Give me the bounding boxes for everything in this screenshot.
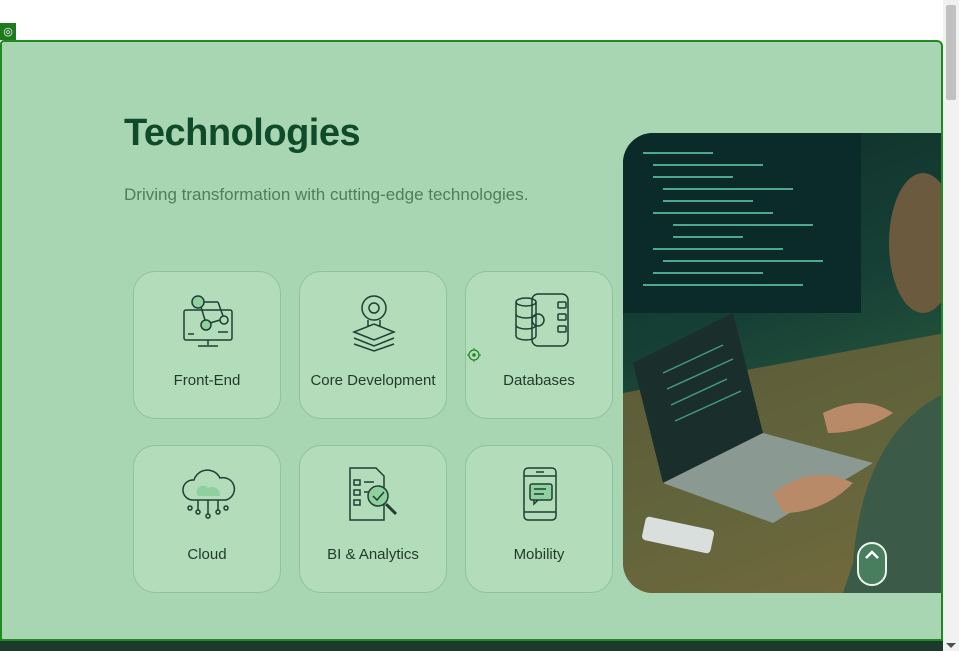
section-subtitle: Driving transformation with cutting-edge… [124,185,529,204]
developer-coding-photo [623,133,941,593]
card-cloud[interactable]: Cloud [133,445,281,593]
page-scrollbar[interactable] [943,0,959,651]
card-label: Cloud [187,546,227,563]
crosshair-icon [467,348,481,362]
section-title: Technologies [124,112,361,154]
report-magnifier-icon [349,467,398,521]
scrollbar-thumb[interactable] [946,5,956,100]
lightbulb-gear-icon [351,295,397,352]
card-front-end[interactable]: Front-End [133,271,281,419]
chevron-up-icon [865,550,879,559]
card-mobility[interactable]: Mobility [465,445,613,593]
target-icon-badge[interactable]: ◎ [0,23,16,40]
scroll-down-arrow-icon[interactable] [946,643,956,648]
database-gear-icon [515,293,569,347]
card-label: Front-End [173,372,241,389]
card-core-development[interactable]: Core Development [299,271,447,419]
cloud-network-icon [182,469,236,519]
scroll-to-top-button[interactable] [857,542,887,586]
mobile-chat-icon [523,467,557,521]
card-databases[interactable]: Databases [465,271,613,419]
card-label: Databases [503,372,575,389]
technologies-section: Technologies Driving transformation with… [0,40,943,641]
card-bi-analytics[interactable]: BI & Analytics [299,445,447,593]
frontend-monitor-icon [183,295,233,347]
card-label: Core Development [310,372,436,389]
footer-strip [0,641,943,651]
card-label: Mobility [513,546,565,563]
card-label: BI & Analytics [327,546,419,563]
